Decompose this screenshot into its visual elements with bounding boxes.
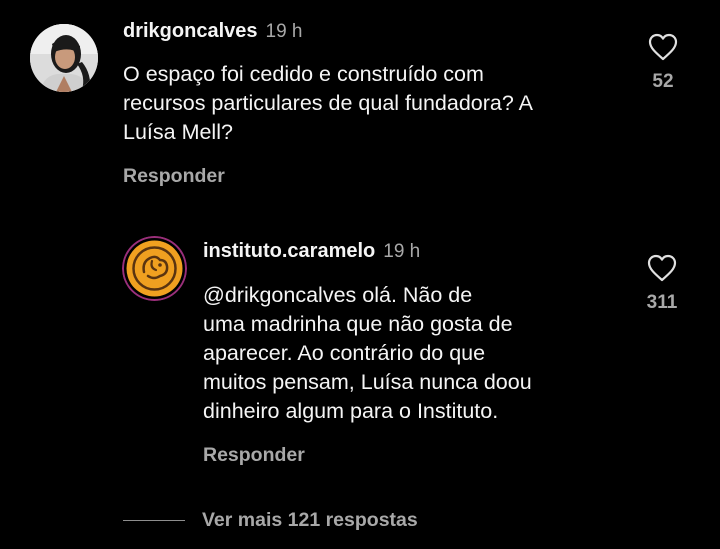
comment-header: instituto.caramelo 19 h — [203, 240, 420, 263]
view-more-replies-label: Ver mais 121 respostas — [202, 509, 418, 531]
comment-text: O espaço foi cedido e construído com rec… — [123, 62, 533, 144]
reply-button[interactable]: Responder — [203, 444, 305, 467]
avatar-instituto-caramelo[interactable] — [122, 236, 187, 301]
like-group: 52 — [638, 33, 688, 93]
comment-username[interactable]: drikgoncalves — [123, 20, 258, 42]
like-group: 311 — [637, 254, 687, 314]
comment-username[interactable]: instituto.caramelo — [203, 240, 375, 262]
divider-line — [123, 520, 185, 521]
heart-outline-icon[interactable] — [648, 33, 678, 61]
user-photo-icon — [30, 24, 98, 92]
comment-time: 19 h — [383, 241, 421, 262]
like-count: 52 — [652, 71, 674, 92]
comment-header: drikgoncalves 19 h — [123, 20, 303, 43]
view-more-replies-button[interactable]: Ver mais 121 respostas — [123, 509, 418, 532]
comments-thread: drikgoncalves 19 h O espaço foi cedido e … — [0, 0, 720, 549]
heart-outline-icon[interactable] — [647, 254, 677, 282]
like-count: 311 — [646, 292, 678, 313]
caramelo-dog-logo-icon — [122, 236, 187, 301]
avatar-drikgoncalves[interactable] — [30, 24, 98, 92]
reply-button[interactable]: Responder — [123, 165, 225, 188]
comment-time: 19 h — [265, 21, 303, 42]
comment-text: @drikgoncalves olá. Não de uma madrinha … — [203, 283, 532, 423]
